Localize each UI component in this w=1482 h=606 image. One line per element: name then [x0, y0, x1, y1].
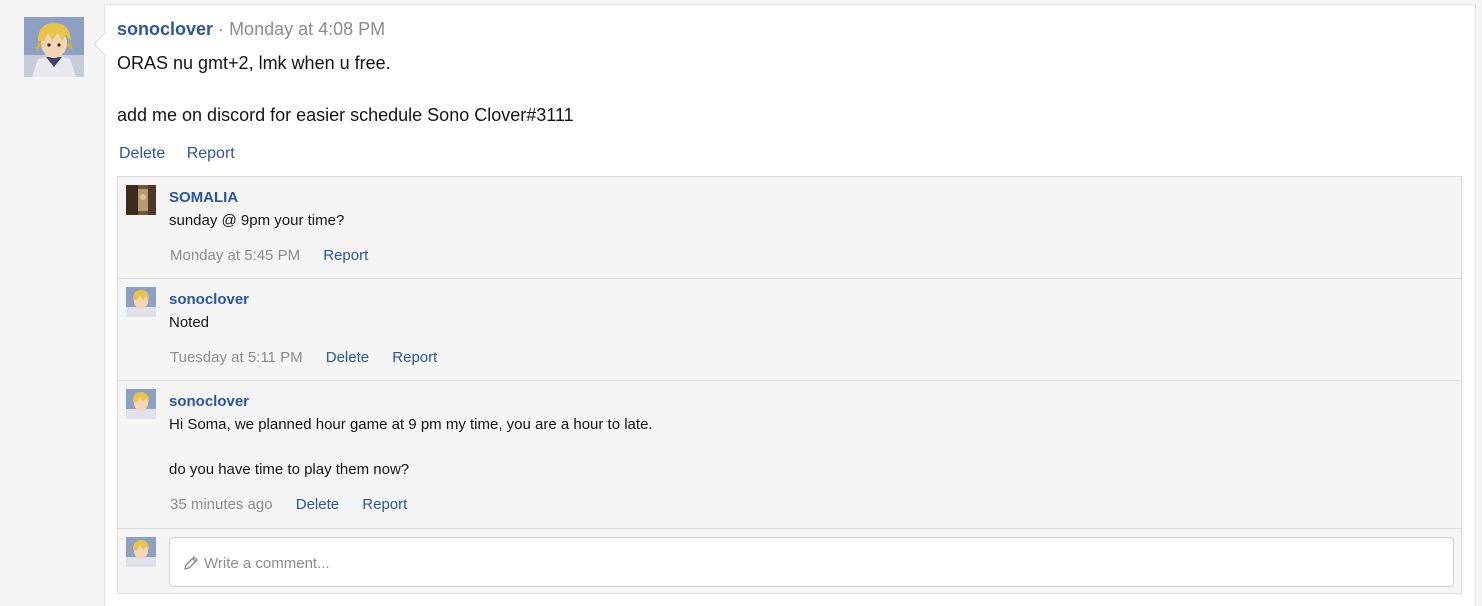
delete-button[interactable]: Delete	[326, 349, 369, 366]
comment-text: sunday @ 9pm your time?	[169, 212, 345, 229]
report-button[interactable]: Report	[187, 145, 235, 162]
post-timestamp[interactable]: Monday at 4:08 PM	[229, 19, 385, 39]
delete-button[interactable]: Delete	[296, 496, 339, 513]
comment-author[interactable]: sonoclover	[169, 393, 249, 410]
avatar	[126, 537, 156, 567]
pencil-icon	[182, 554, 200, 572]
post-actions: Delete Report	[119, 145, 252, 163]
post-header: sonoclover · Monday at 4:08 PM	[117, 19, 385, 40]
comment-input[interactable]	[202, 538, 1446, 588]
left-gutter	[0, 0, 104, 606]
post-text-line: ORAS nu gmt+2, lmk when u free.	[117, 53, 391, 73]
comment-meta: Monday at 5:45 PM Report	[170, 247, 387, 264]
avatar[interactable]	[126, 185, 156, 215]
avatar[interactable]	[126, 287, 156, 317]
comment-list: SOMALIA sunday @ 9pm your time? Monday a…	[117, 176, 1462, 594]
comment-item: sonoclover Noted Tuesday at 5:11 PM Dele…	[118, 279, 1461, 381]
report-button[interactable]: Report	[362, 496, 407, 513]
comment-composer[interactable]	[169, 537, 1454, 588]
comment-meta: 35 minutes ago Delete Report	[170, 496, 426, 513]
comment-author[interactable]: sonoclover	[169, 291, 249, 308]
avatar[interactable]	[24, 17, 84, 77]
header-separator: ·	[218, 19, 225, 39]
comment-timestamp[interactable]: 35 minutes ago	[170, 496, 273, 513]
comment-text: do you have time to play them now?	[169, 461, 410, 478]
report-button[interactable]: Report	[323, 247, 368, 264]
post-text-line: add me on discord for easier schedule So…	[117, 105, 574, 125]
comment-text: Noted	[169, 314, 210, 331]
comment-timestamp[interactable]: Monday at 5:45 PM	[170, 247, 300, 264]
comment-item: sonoclover Hi Soma, we planned hour game…	[118, 381, 1461, 529]
post-author[interactable]: sonoclover	[117, 19, 213, 39]
comment-item: SOMALIA sunday @ 9pm your time? Monday a…	[118, 177, 1461, 279]
post-pointer-fill	[95, 34, 105, 54]
comment-text: Hi Soma, we planned hour game at 9 pm my…	[169, 416, 653, 433]
avatar[interactable]	[126, 389, 156, 419]
comment-meta: Tuesday at 5:11 PM Delete Report	[170, 349, 456, 366]
report-button[interactable]: Report	[392, 349, 437, 366]
comment-timestamp[interactable]: Tuesday at 5:11 PM	[170, 349, 303, 366]
delete-button[interactable]: Delete	[119, 145, 165, 162]
comment-author[interactable]: SOMALIA	[169, 189, 238, 206]
